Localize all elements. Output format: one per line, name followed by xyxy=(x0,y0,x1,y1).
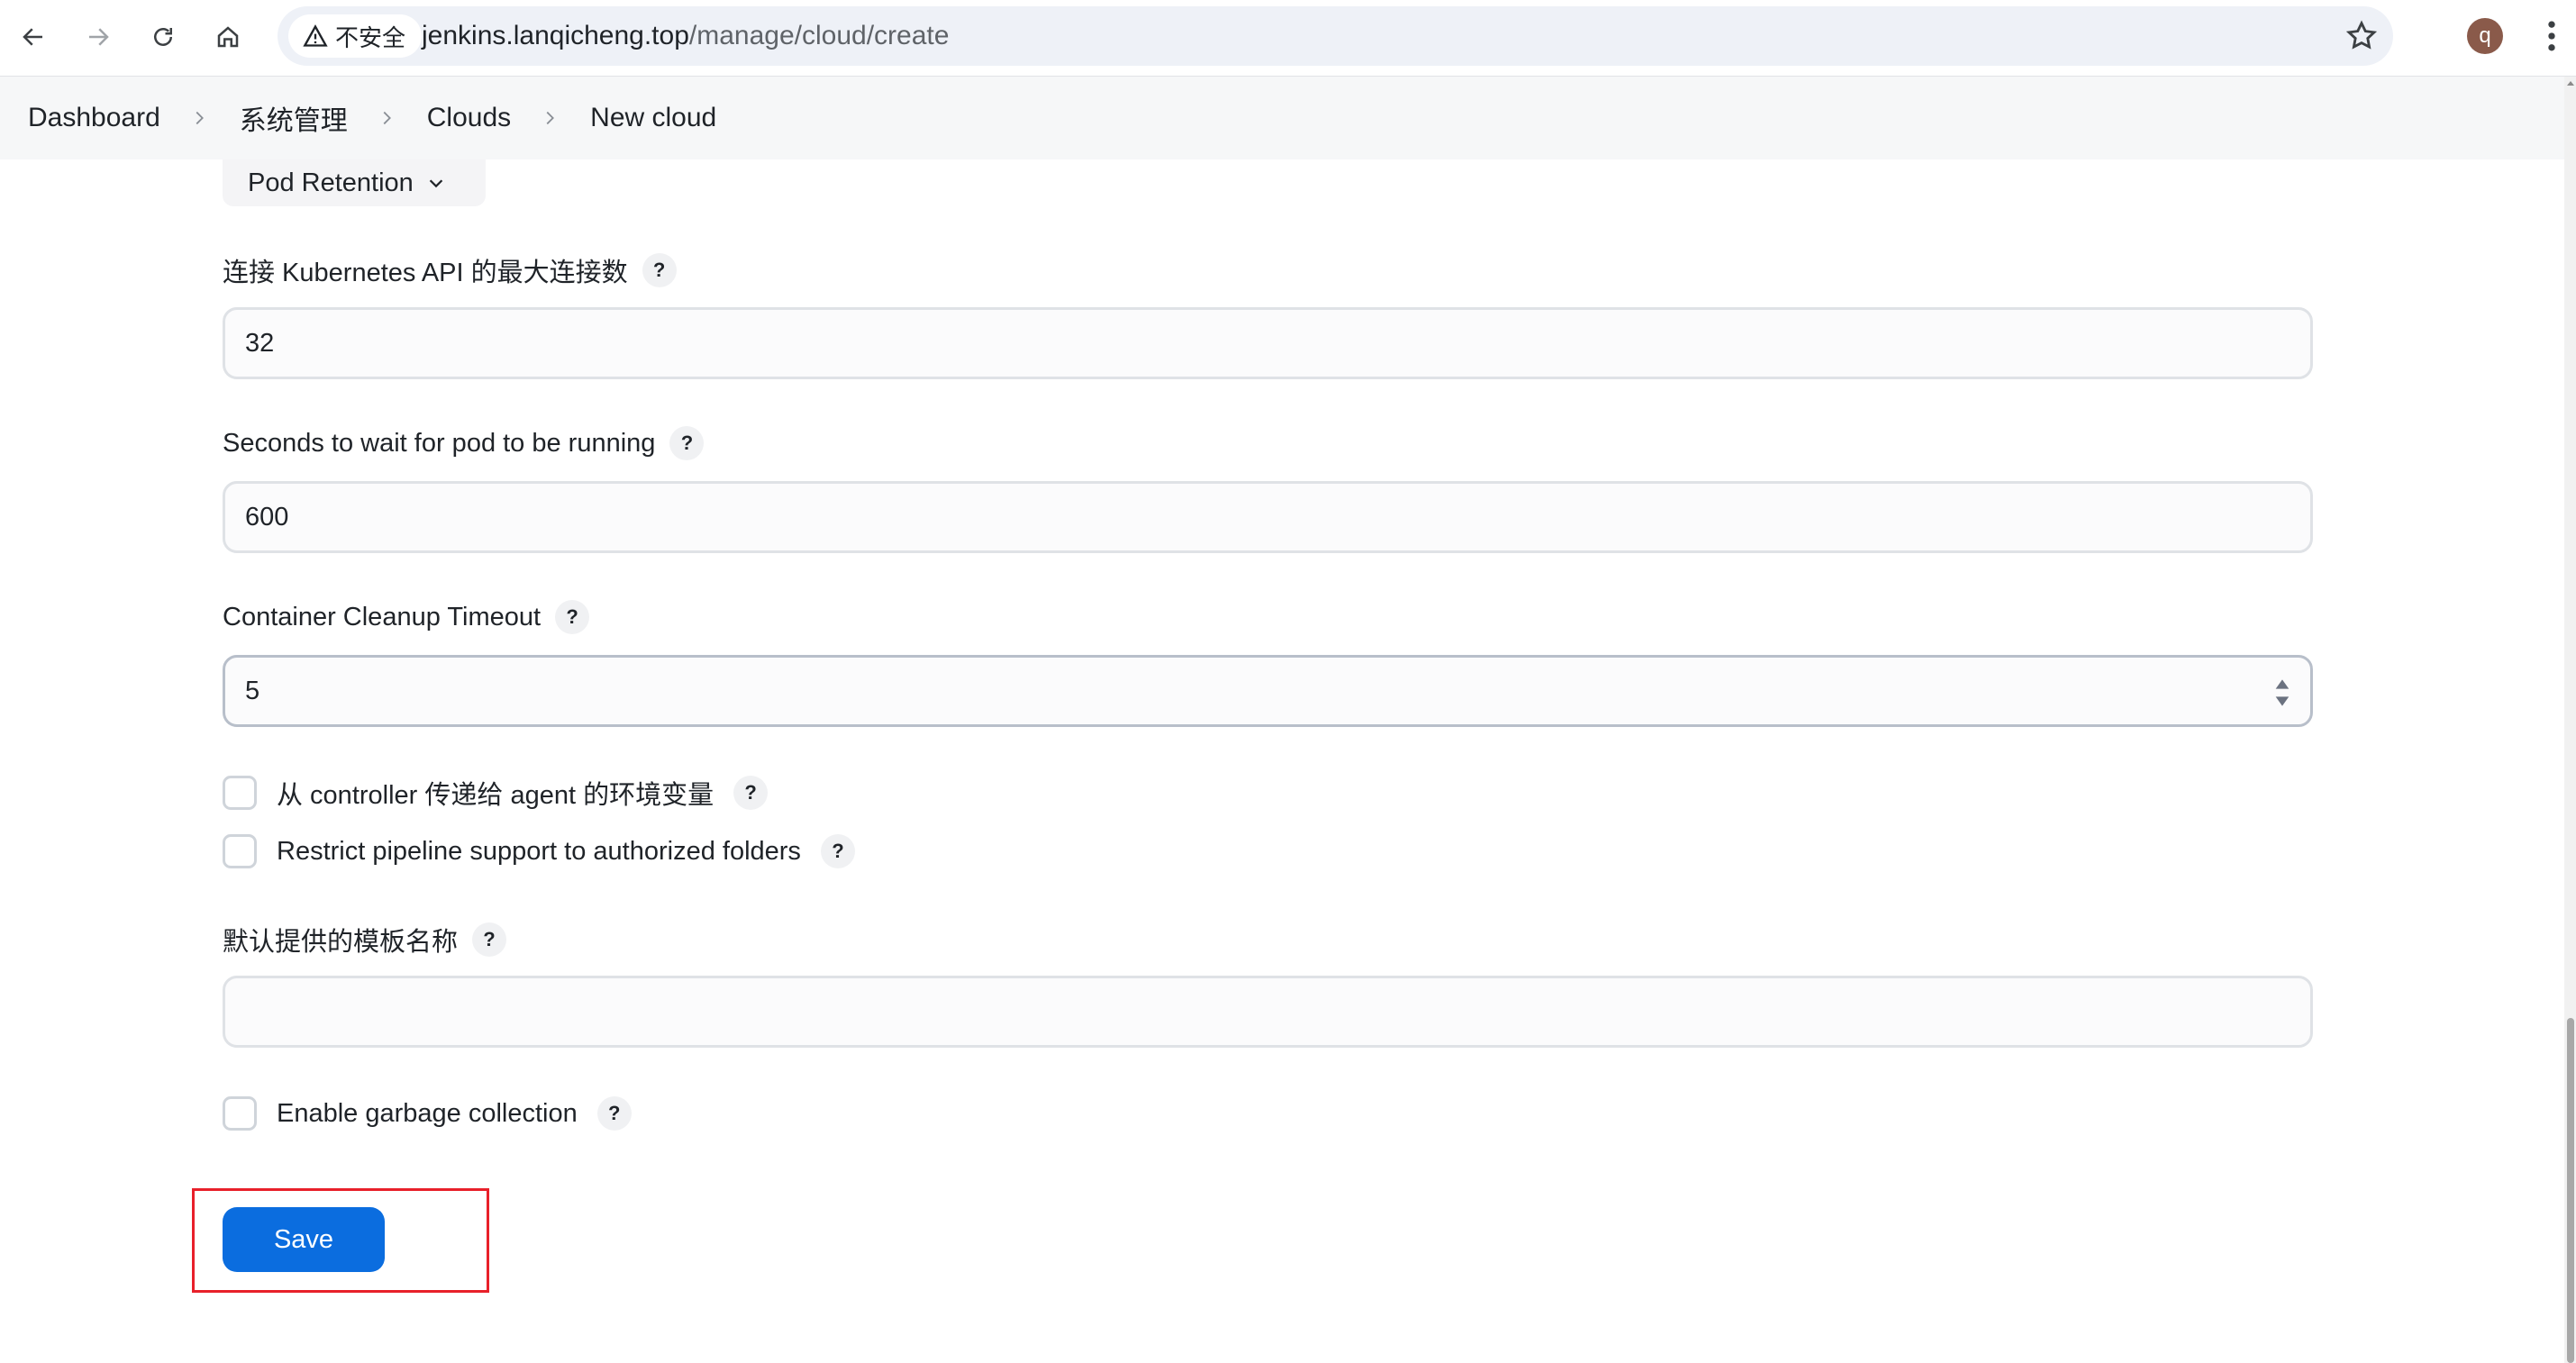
restrict-pipeline-label: Restrict pipeline support to authorized … xyxy=(277,836,801,866)
wait-seconds-input[interactable]: 600 xyxy=(223,481,2313,553)
pass-env-label: 从 controller 传递给 agent 的环境变量 xyxy=(277,781,715,810)
cleanup-timeout-value: 5 xyxy=(245,676,260,705)
garbage-collection-row: Enable garbage collection ? xyxy=(223,1096,632,1131)
help-icon[interactable]: ? xyxy=(669,426,705,460)
restrict-pipeline-checkbox[interactable] xyxy=(223,834,257,868)
restrict-pipeline-row: Restrict pipeline support to authorized … xyxy=(223,834,855,868)
default-template-label-row: 默认提供的模板名称 ? xyxy=(223,921,507,959)
scroll-up-arrow-icon[interactable] xyxy=(2566,79,2575,88)
help-icon[interactable]: ? xyxy=(596,1096,632,1131)
garbage-collection-checkbox[interactable] xyxy=(223,1096,257,1131)
home-button[interactable] xyxy=(205,14,250,59)
address-bar[interactable]: 不安全 jenkins.lanqicheng.top/manage/cloud/… xyxy=(278,6,2393,66)
arrow-right-icon xyxy=(89,28,109,46)
url-host: jenkins.lanqicheng.top xyxy=(422,21,689,50)
security-label: 不安全 xyxy=(335,23,406,51)
url-path: /manage/cloud/create xyxy=(688,21,950,50)
cleanup-timeout-label-row: Container Cleanup Timeout ? xyxy=(223,600,590,634)
pod-retention-dropdown[interactable]: Pod Retention xyxy=(223,159,486,206)
save-button[interactable]: Save xyxy=(223,1207,385,1272)
breadcrumb-manage[interactable]: 系统管理 xyxy=(240,98,348,138)
reload-icon xyxy=(154,28,172,46)
max-connections-label: 连接 Kubernetes API 的最大连接数 xyxy=(223,259,628,287)
breadcrumb-clouds[interactable]: Clouds xyxy=(427,103,511,133)
reload-button[interactable] xyxy=(141,14,186,59)
cleanup-timeout-input[interactable]: 5 xyxy=(223,655,2313,727)
cleanup-timeout-label: Container Cleanup Timeout xyxy=(223,602,542,632)
help-icon[interactable]: ? xyxy=(733,776,769,810)
form-content: Pod Retention 连接 Kubernetes API 的最大连接数 ?… xyxy=(0,159,2576,1363)
garbage-collection-label: Enable garbage collection xyxy=(277,1098,578,1128)
security-chip[interactable]: 不安全 xyxy=(288,14,423,58)
wait-seconds-label: Seconds to wait for pod to be running xyxy=(223,428,656,458)
chevron-right-icon xyxy=(377,107,398,129)
help-icon[interactable]: ? xyxy=(555,600,590,634)
wait-seconds-label-row: Seconds to wait for pod to be running ? xyxy=(223,426,705,460)
browser-toolbar: 不安全 jenkins.lanqicheng.top/manage/cloud/… xyxy=(0,0,2576,77)
help-icon[interactable]: ? xyxy=(642,253,677,287)
breadcrumb-new-cloud[interactable]: New cloud xyxy=(590,103,716,133)
pod-retention-label: Pod Retention xyxy=(248,168,414,197)
help-icon[interactable]: ? xyxy=(472,922,507,957)
breadcrumb-dashboard[interactable]: Dashboard xyxy=(28,103,160,133)
breadcrumb: Dashboard 系统管理 Clouds New cloud xyxy=(0,77,2576,159)
chevron-right-icon xyxy=(189,107,211,129)
max-connections-value: 32 xyxy=(245,328,275,358)
default-template-label: 默认提供的模板名称 xyxy=(223,928,459,957)
home-icon xyxy=(217,26,239,48)
spinner-arrows-icon[interactable] xyxy=(2274,676,2290,710)
url-text[interactable]: jenkins.lanqicheng.top/manage/cloud/crea… xyxy=(422,6,949,66)
bookmark-star-icon[interactable] xyxy=(2344,19,2379,53)
chevron-right-icon xyxy=(540,107,561,129)
pass-env-checkbox[interactable] xyxy=(223,776,257,810)
default-template-input[interactable] xyxy=(223,976,2313,1048)
forward-button[interactable] xyxy=(76,14,121,59)
arrow-left-icon xyxy=(23,28,42,46)
back-button[interactable] xyxy=(11,14,56,59)
help-icon[interactable]: ? xyxy=(820,834,855,868)
profile-avatar[interactable]: q xyxy=(2467,18,2503,54)
scrollbar-thumb[interactable] xyxy=(2567,1018,2574,1363)
chevron-down-icon xyxy=(429,179,443,188)
max-connections-input[interactable]: 32 xyxy=(223,307,2313,379)
menu-kebab-icon[interactable] xyxy=(2539,16,2564,56)
wait-seconds-value: 600 xyxy=(245,502,289,532)
max-connections-label-row: 连接 Kubernetes API 的最大连接数 ? xyxy=(223,251,677,289)
pass-env-row: 从 controller 传递给 agent 的环境变量 ? xyxy=(223,774,769,812)
warning-icon xyxy=(303,24,328,47)
